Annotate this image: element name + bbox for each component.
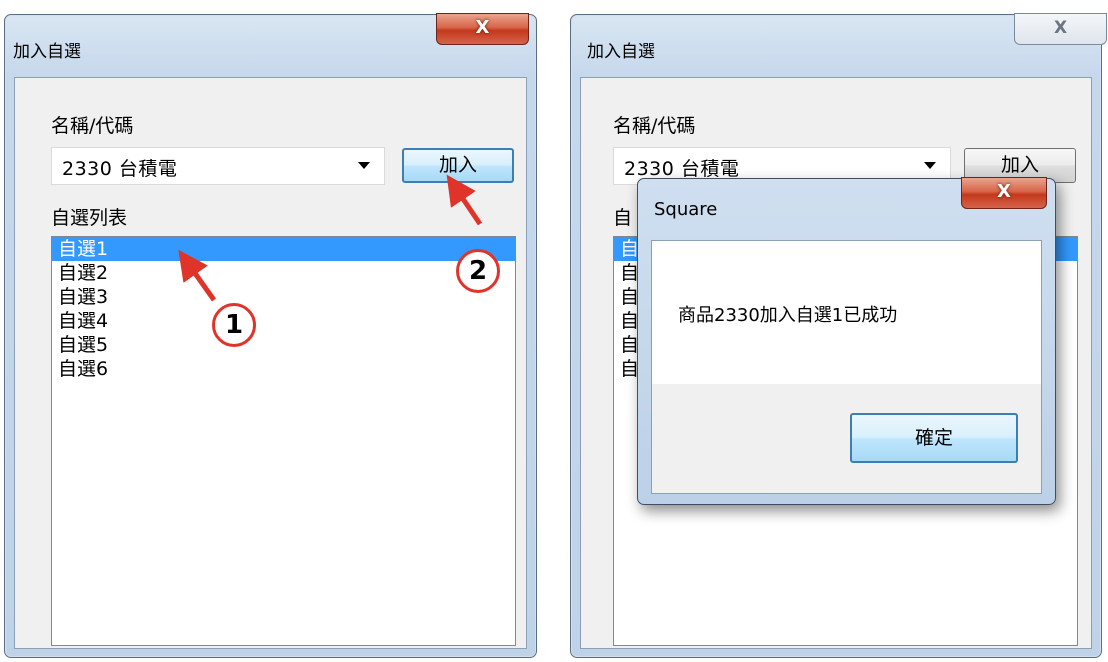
step-1-callout: 1 [212,303,256,347]
arrow-to-add-button [446,174,483,226]
annotation-arrows [178,174,483,302]
step-2-callout: 2 [456,249,500,293]
arrow-to-list-item [178,249,217,302]
